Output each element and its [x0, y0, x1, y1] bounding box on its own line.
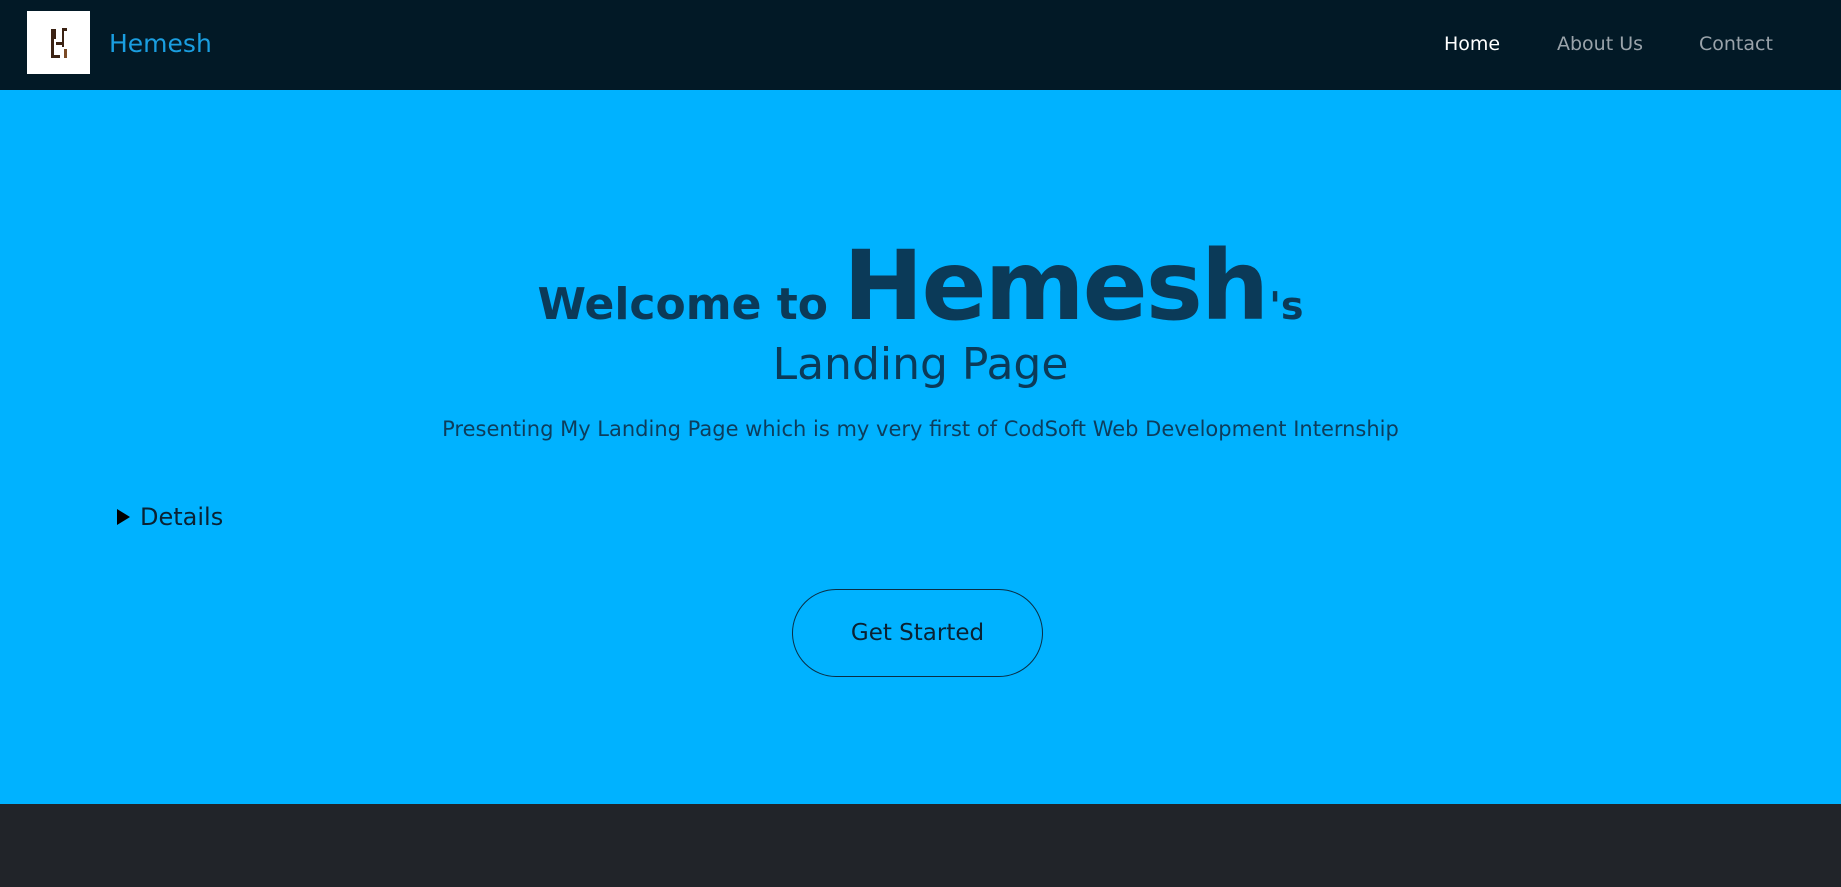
- details-label: Details: [140, 503, 224, 531]
- disclosure-triangle-icon: [117, 509, 130, 525]
- hero-possessive-text: 's: [1269, 284, 1304, 328]
- hero-subtitle: Presenting My Landing Page which is my v…: [442, 417, 1399, 441]
- details-toggle[interactable]: Details: [117, 502, 223, 532]
- H-monogram-icon: [50, 27, 67, 58]
- hero-section: Welcome to Hemesh's Landing Page Present…: [0, 90, 1841, 804]
- nav-link-about-us[interactable]: About Us: [1557, 31, 1643, 57]
- logo[interactable]: [27, 11, 90, 74]
- footer: [0, 804, 1841, 887]
- hero-welcome-text: Welcome to: [537, 279, 828, 330]
- get-started-button[interactable]: Get Started: [792, 589, 1043, 677]
- hero-title: Welcome to Hemesh's: [0, 230, 1841, 342]
- hero-name-text: Hemesh: [843, 230, 1269, 342]
- navbar: Hemesh Home About Us Contact: [0, 0, 1841, 90]
- brand-name[interactable]: Hemesh: [109, 27, 212, 61]
- hero-title-line2: Landing Page: [772, 339, 1069, 390]
- nav-link-home[interactable]: Home: [1444, 31, 1500, 57]
- nav-link-contact[interactable]: Contact: [1699, 31, 1773, 57]
